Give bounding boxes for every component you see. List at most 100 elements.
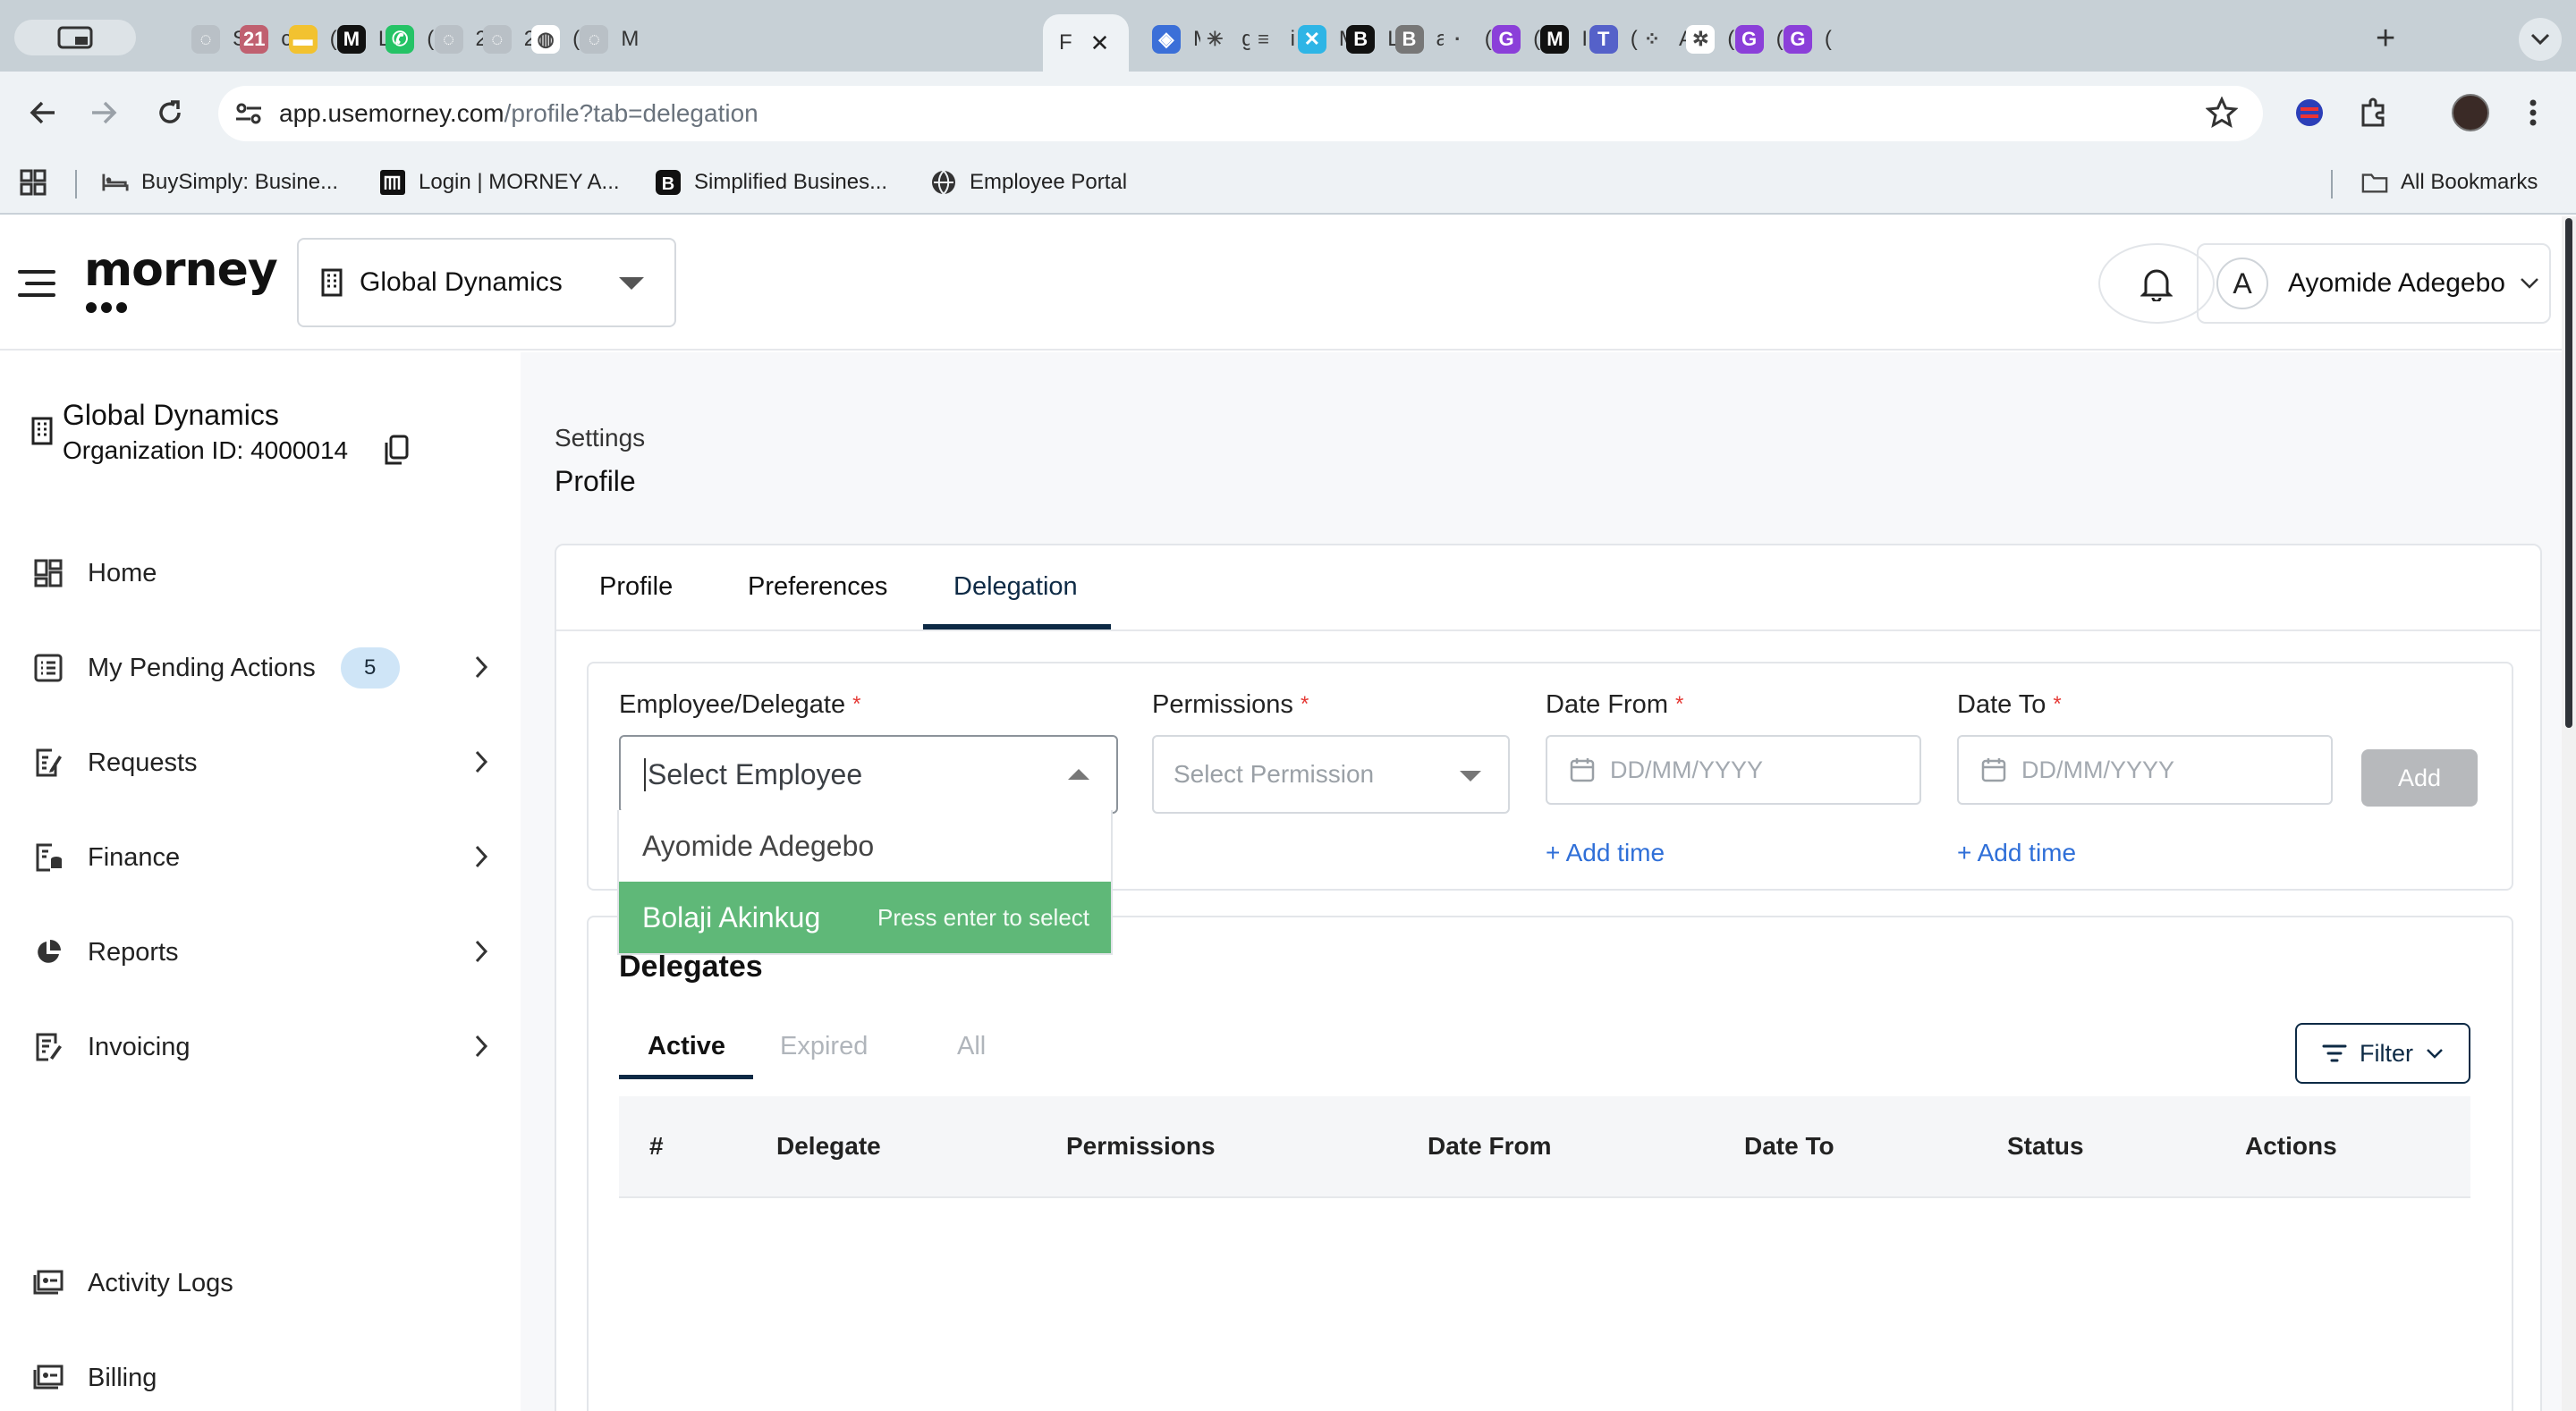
sidebar-item-finance[interactable]: Finance <box>32 835 488 880</box>
bookmark-star-icon[interactable] <box>2205 96 2239 133</box>
close-tab-icon[interactable]: ✕ <box>1090 30 1110 57</box>
caret-down-icon <box>1460 771 1481 782</box>
permissions-select-placeholder: Select Permission <box>1174 760 1375 788</box>
building-icon <box>31 417 53 445</box>
back-button[interactable] <box>21 91 64 134</box>
sidebar-item-pending-actions[interactable]: My Pending Actions 5 <box>32 646 488 690</box>
browser-tab-strip: ◌S21c▬(ML✆(◌2◌2◍(◌MF✕◈M✳g≡i✕MBLBa·(G(MIT… <box>0 0 2576 72</box>
dropdown-option-bolaji[interactable]: Bolaji Akinkug Press enter to select <box>619 882 1111 953</box>
employee-select[interactable]: Select Employee <box>619 735 1118 814</box>
tab-profile[interactable]: Profile <box>599 572 673 602</box>
bookmark-label: Employee Portal <box>970 170 1128 194</box>
caret-down-icon <box>619 277 644 290</box>
bookmark-simplified[interactable]: B Simplified Busines... <box>655 165 887 200</box>
tab-delegation[interactable]: Delegation <box>953 572 1078 602</box>
date-to-add-time-link[interactable]: + Add time <box>1957 839 2076 867</box>
filter-button[interactable]: Filter <box>2295 1023 2470 1084</box>
column-header-date-to: Date To <box>1744 1132 1835 1160</box>
tab-favicon-icon: ≡ <box>1249 25 1278 54</box>
permissions-select[interactable]: Select Permission <box>1152 735 1510 814</box>
organization-select[interactable]: Global Dynamics <box>297 238 676 327</box>
tab-title: ( <box>1824 27 1832 51</box>
morney-m-icon <box>379 169 406 196</box>
pending-count-badge: 5 <box>340 647 400 689</box>
sidebar-item-label: Reports <box>88 937 179 967</box>
date-from-input[interactable]: DD/MM/YYYY <box>1546 735 1921 805</box>
site-settings-icon[interactable] <box>231 96 267 131</box>
subtab-active[interactable]: Active <box>648 1032 725 1061</box>
dashboard-grid-icon <box>32 557 64 589</box>
bookmark-buysimply[interactable]: BuySimply: Busine... <box>102 165 338 200</box>
reload-button[interactable] <box>148 91 191 134</box>
date-from-placeholder: DD/MM/YYYY <box>1610 756 1764 783</box>
tab-search-button[interactable] <box>14 20 136 55</box>
app-header: morney Global Dynamics A Ayomide Adegebo <box>0 216 2562 351</box>
sidebar-item-invoicing[interactable]: Invoicing <box>32 1025 488 1069</box>
sidebar-item-home[interactable]: Home <box>32 551 488 596</box>
address-bar[interactable]: app.usemorney.com/profile?tab=delegation <box>218 86 2263 141</box>
date-to-input[interactable]: DD/MM/YYYY <box>1957 735 2333 805</box>
sidebar-item-label: Billing <box>88 1363 157 1392</box>
subtab-expired[interactable]: Expired <box>780 1032 868 1061</box>
tab-preferences[interactable]: Preferences <box>748 572 887 602</box>
apps-grid-icon[interactable] <box>20 165 47 200</box>
tab-favicon-icon: M <box>1540 25 1570 54</box>
user-avatar: A <box>2216 258 2268 309</box>
user-name: Ayomide Adegebo <box>2288 268 2505 298</box>
dropdown-enter-hint: Press enter to select <box>877 903 1089 931</box>
browser-tab[interactable]: ◌ M <box>564 14 639 64</box>
user-menu[interactable]: A Ayomide Adegebo <box>2197 243 2551 324</box>
sidebar-item-billing[interactable]: Billing <box>32 1356 488 1400</box>
filter-lines-icon <box>2322 1044 2347 1062</box>
arrow-right-icon <box>92 101 117 124</box>
tab-favicon-icon: ✕ <box>1297 25 1326 54</box>
all-bookmarks-button[interactable]: All Bookmarks <box>2361 165 2538 200</box>
dropdown-option-ayomide[interactable]: Ayomide Adegebo <box>619 810 1111 882</box>
sidebar-item-activity-logs[interactable]: Activity Logs <box>32 1261 488 1305</box>
tab-favicon-icon: 21 <box>240 25 269 54</box>
tab-favicon-icon: M <box>336 25 366 54</box>
bookmark-employee-portal[interactable]: Employee Portal <box>930 165 1127 200</box>
employee-dropdown-menu: Ayomide Adegebo Bolaji Akinkug Press ent… <box>617 810 1113 955</box>
date-from-add-time-link[interactable]: + Add time <box>1546 839 1665 867</box>
tab-favicon-icon: G <box>1783 25 1812 54</box>
delegates-table-header: # Delegate Permissions Date From Date To… <box>619 1096 2470 1198</box>
chevron-right-icon <box>475 940 488 963</box>
tab-list-button[interactable] <box>2519 18 2562 61</box>
sidebar-item-requests[interactable]: Requests <box>32 740 488 785</box>
extension-icon[interactable] <box>2288 91 2331 134</box>
browser-tab[interactable]: G( <box>1767 14 1832 64</box>
sidebar-item-reports[interactable]: Reports <box>32 930 488 975</box>
bookmark-morney-login[interactable]: Login | MORNEY A... <box>379 165 620 200</box>
bed-icon <box>102 169 129 196</box>
copy-icon[interactable] <box>383 435 410 467</box>
add-delegate-button[interactable]: Add <box>2361 749 2478 807</box>
new-tab-button[interactable]: + <box>2376 20 2395 58</box>
chevron-down-icon <box>2521 278 2538 289</box>
tab-favicon-icon: ◈ <box>1152 25 1181 54</box>
page-scrollbar-thumb[interactable] <box>2565 218 2572 728</box>
tab-favicon-icon: ◌ <box>580 25 609 54</box>
browser-menu-icon[interactable] <box>2512 91 2555 134</box>
profile-avatar[interactable] <box>2449 91 2492 134</box>
building-icon <box>321 268 343 297</box>
sidebar-item-label: Activity Logs <box>88 1268 233 1297</box>
browser-tab-active[interactable]: F ✕ <box>1043 14 1129 72</box>
morney-logo[interactable]: morney <box>84 243 278 297</box>
pie-chart-icon <box>32 936 64 968</box>
breadcrumb[interactable]: Settings <box>555 424 645 452</box>
forward-button[interactable] <box>82 91 125 134</box>
menu-toggle-icon[interactable] <box>18 268 55 303</box>
chevron-right-icon <box>475 750 488 773</box>
sidebar: Global Dynamics Organization ID: 4000014… <box>0 352 521 1411</box>
profile-tabs: Profile Preferences Delegation <box>556 545 2540 631</box>
tab-favicon-icon: T <box>1589 25 1618 54</box>
sidebar-item-label: My Pending Actions <box>88 653 316 682</box>
caret-up-icon <box>1068 769 1089 780</box>
sidebar-item-label: Invoicing <box>88 1032 191 1061</box>
subtab-all[interactable]: All <box>957 1032 986 1061</box>
tab-favicon-icon: ◌ <box>191 25 220 54</box>
tab-favicon-icon: B <box>1394 25 1424 54</box>
extensions-puzzle-icon[interactable] <box>2352 91 2395 134</box>
browser-toolbar: app.usemorney.com/profile?tab=delegation <box>0 72 2576 152</box>
